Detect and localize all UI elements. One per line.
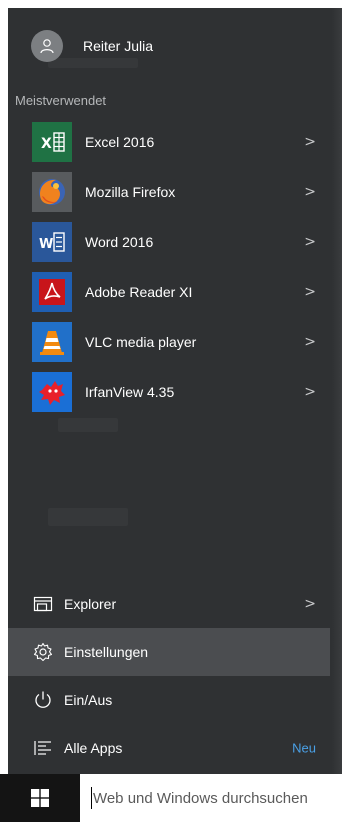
settings-label: Einstellungen (64, 644, 149, 660)
app-label: Adobe Reader XI (85, 284, 193, 300)
irfanview-icon (32, 372, 72, 412)
app-label: VLC media player (85, 334, 197, 350)
app-item-vlc[interactable]: VLC media player > (8, 317, 330, 367)
user-avatar-icon (31, 30, 63, 62)
excel-icon: X (32, 122, 72, 162)
background-blur (48, 508, 128, 526)
start-menu: Reiter Julia Meistverwendet X Excel 2016… (8, 8, 342, 774)
chevron-right-icon[interactable]: > (304, 134, 316, 150)
app-item-irfanview[interactable]: IrfanView 4.35 > (8, 367, 330, 417)
all-apps-button[interactable]: Alle Apps Neu (8, 724, 342, 772)
gear-icon (32, 641, 54, 663)
new-badge: Neu (292, 740, 316, 756)
app-item-excel[interactable]: X Excel 2016 > (8, 117, 330, 167)
search-box[interactable] (80, 774, 342, 822)
windows-logo-icon (31, 789, 49, 807)
firefox-icon (32, 172, 72, 212)
app-label: Word 2016 (85, 234, 154, 250)
vlc-icon (32, 322, 72, 362)
all-apps-list-icon (32, 737, 54, 759)
chevron-right-icon[interactable]: > (304, 384, 316, 400)
svg-text:W: W (39, 237, 53, 252)
app-label: Mozilla Firefox (85, 184, 176, 200)
app-label: Excel 2016 (85, 134, 155, 150)
svg-text:X: X (41, 136, 52, 152)
app-label: IrfanView 4.35 (85, 384, 175, 400)
power-label: Ein/Aus (64, 692, 113, 708)
start-button[interactable] (0, 774, 80, 822)
explorer-label: Explorer (64, 596, 117, 612)
background-blur (58, 418, 118, 432)
power-button[interactable]: Ein/Aus (8, 676, 342, 724)
word-icon: W (32, 222, 72, 262)
adobe-reader-icon (32, 272, 72, 312)
taskbar (0, 774, 342, 822)
explorer-icon (32, 593, 54, 615)
chevron-right-icon[interactable]: > (304, 184, 316, 200)
chevron-right-icon[interactable]: > (304, 596, 316, 612)
settings-button[interactable]: Einstellungen (8, 628, 330, 676)
chevron-right-icon[interactable]: > (304, 284, 316, 300)
most-used-header: Meistverwendet (15, 93, 107, 108)
most-used-list: X Excel 2016 > Mozilla Firefox > W Word … (8, 117, 330, 417)
app-item-firefox[interactable]: Mozilla Firefox > (8, 167, 330, 217)
app-item-word[interactable]: W Word 2016 > (8, 217, 330, 267)
explorer-button[interactable]: Explorer > (8, 580, 342, 628)
power-icon (32, 689, 54, 711)
app-item-adobe-reader[interactable]: Adobe Reader XI > (8, 267, 330, 317)
chevron-right-icon[interactable]: > (304, 334, 316, 350)
bottom-actions: Explorer > Einstellungen Ein/Aus Alle Ap… (8, 580, 342, 772)
chevron-right-icon[interactable]: > (304, 234, 316, 250)
all-apps-label: Alle Apps (64, 740, 123, 756)
user-name: Reiter Julia (83, 38, 154, 54)
search-input[interactable] (91, 789, 342, 807)
user-account-button[interactable]: Reiter Julia (8, 24, 330, 68)
